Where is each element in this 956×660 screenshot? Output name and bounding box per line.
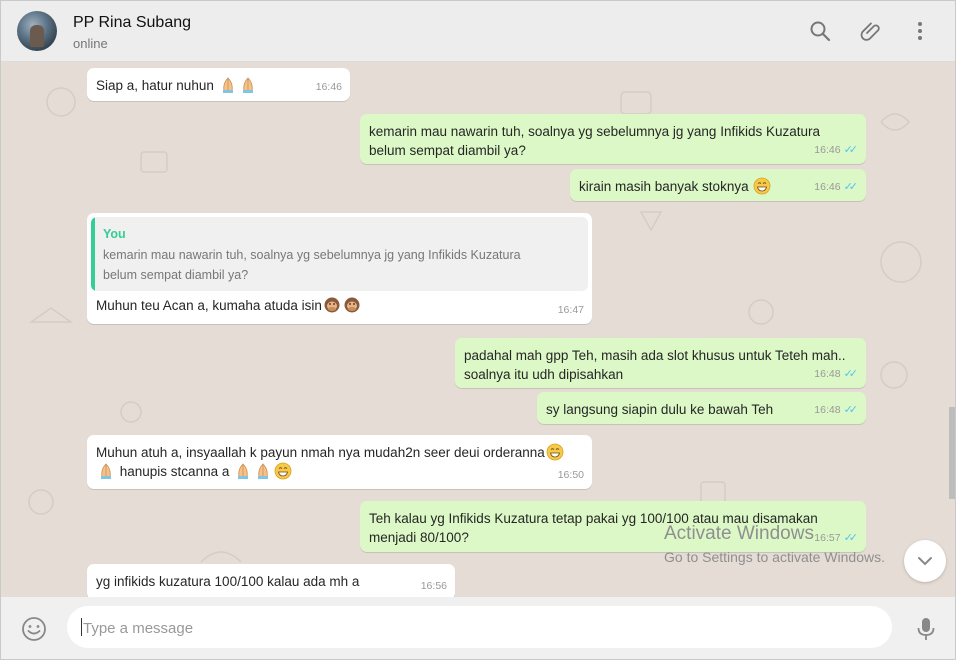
message-input-container[interactable]: [67, 606, 892, 648]
message-text: Muhun teu Acan a, kumaha atuda isin: [96, 298, 322, 313]
whatsapp-window: PP Rina Subang online Siap a, hatur nuhu…: [0, 0, 956, 660]
chat-header: PP Rina Subang online: [1, 1, 955, 62]
message-text-line: hanupis stcanna a: [119, 464, 230, 479]
message-text: kirain masih banyak stoknya: [579, 179, 749, 194]
quoted-message[interactable]: You kemarin mau nawarin tuh, soalnya yg …: [91, 217, 588, 291]
read-ticks-icon: ✓✓: [843, 404, 859, 416]
message-text: Siap a, hatur nuhun: [96, 78, 214, 93]
scroll-to-bottom-button[interactable]: [904, 540, 946, 582]
message-time: 16:47: [557, 304, 584, 316]
read-ticks-icon: ✓✓: [843, 368, 859, 380]
message-time: 16:50: [557, 469, 584, 481]
folded-hands-emoji: [254, 462, 272, 480]
grinning-face-emoji: [546, 443, 564, 461]
folded-hands-emoji: [219, 76, 237, 94]
message-incoming[interactable]: Muhun atuh a, insyaallah k payun nmah ny…: [87, 435, 592, 489]
microphone-icon[interactable]: [914, 616, 938, 642]
message-text-line: padahal mah gpp Teh, masih ada slot khus…: [464, 348, 846, 363]
watermark-title: Activate Windows: [664, 523, 814, 544]
message-incoming[interactable]: Siap a, hatur nuhun 16:46: [87, 68, 350, 101]
watermark-subtitle: Go to Settings to activate Windows.: [664, 549, 885, 565]
message-text: sy langsung siapin dulu ke bawah Teh: [546, 402, 774, 417]
message-list[interactable]: Siap a, hatur nuhun 16:46 kemarin mau na…: [1, 62, 955, 597]
quote-author: You: [103, 227, 126, 241]
chevron-down-icon: [918, 557, 932, 566]
speak-no-evil-monkey-emoji: [343, 296, 361, 314]
read-ticks-icon: ✓✓: [843, 144, 859, 156]
message-time: 16:56: [420, 580, 447, 592]
folded-hands-emoji: [239, 76, 257, 94]
message-outgoing[interactable]: sy langsung siapin dulu ke bawah Teh 16:…: [537, 392, 866, 424]
contact-status: online: [73, 36, 108, 51]
message-outgoing[interactable]: kemarin mau nawarin tuh, soalnya yg sebe…: [360, 114, 866, 164]
message-text-line: soalnya itu udh dipisahkan: [464, 367, 624, 382]
message-time: 16:48: [814, 404, 841, 416]
folded-hands-emoji: [234, 462, 252, 480]
activate-windows-watermark: Activate Windows Go to Settings to activ…: [664, 523, 885, 565]
message-incoming-reply[interactable]: You kemarin mau nawarin tuh, soalnya yg …: [87, 213, 592, 324]
quote-text-line: belum sempat diambil ya?: [103, 268, 249, 282]
message-incoming[interactable]: yg infikids kuzatura 100/100 kalau ada m…: [87, 564, 455, 597]
grinning-face-emoji: [274, 462, 292, 480]
grinning-face-emoji: [753, 177, 771, 195]
message-time: 16:46: [814, 144, 841, 156]
message-outgoing[interactable]: padahal mah gpp Teh, masih ada slot khus…: [455, 338, 866, 388]
message-text-line: belum sempat diambil ya?: [369, 143, 526, 158]
emoji-icon[interactable]: [21, 616, 47, 642]
read-ticks-icon: ✓✓: [843, 181, 859, 193]
message-time: 16:46: [814, 181, 841, 193]
search-icon[interactable]: [808, 19, 832, 43]
message-time: 16:48: [814, 368, 841, 380]
quote-text-line: kemarin mau nawarin tuh, soalnya yg sebe…: [103, 248, 521, 262]
composer-bar: [1, 597, 955, 659]
message-time: 16:46: [315, 81, 342, 93]
message-outgoing[interactable]: kirain masih banyak stoknya 16:46 ✓✓: [570, 169, 866, 201]
message-text-line: kemarin mau nawarin tuh, soalnya yg sebe…: [369, 124, 820, 139]
avatar[interactable]: [17, 11, 57, 51]
scrollbar-thumb[interactable]: [949, 407, 955, 499]
message-text: yg infikids kuzatura 100/100 kalau ada m…: [96, 574, 360, 589]
message-text-line: Muhun atuh a, insyaallah k payun nmah ny…: [96, 445, 545, 460]
contact-name[interactable]: PP Rina Subang: [73, 14, 191, 32]
speak-no-evil-monkey-emoji: [323, 296, 341, 314]
message-input[interactable]: [81, 616, 875, 640]
attach-icon[interactable]: [858, 19, 882, 43]
menu-icon[interactable]: [908, 19, 932, 43]
folded-hands-emoji: [97, 462, 115, 480]
